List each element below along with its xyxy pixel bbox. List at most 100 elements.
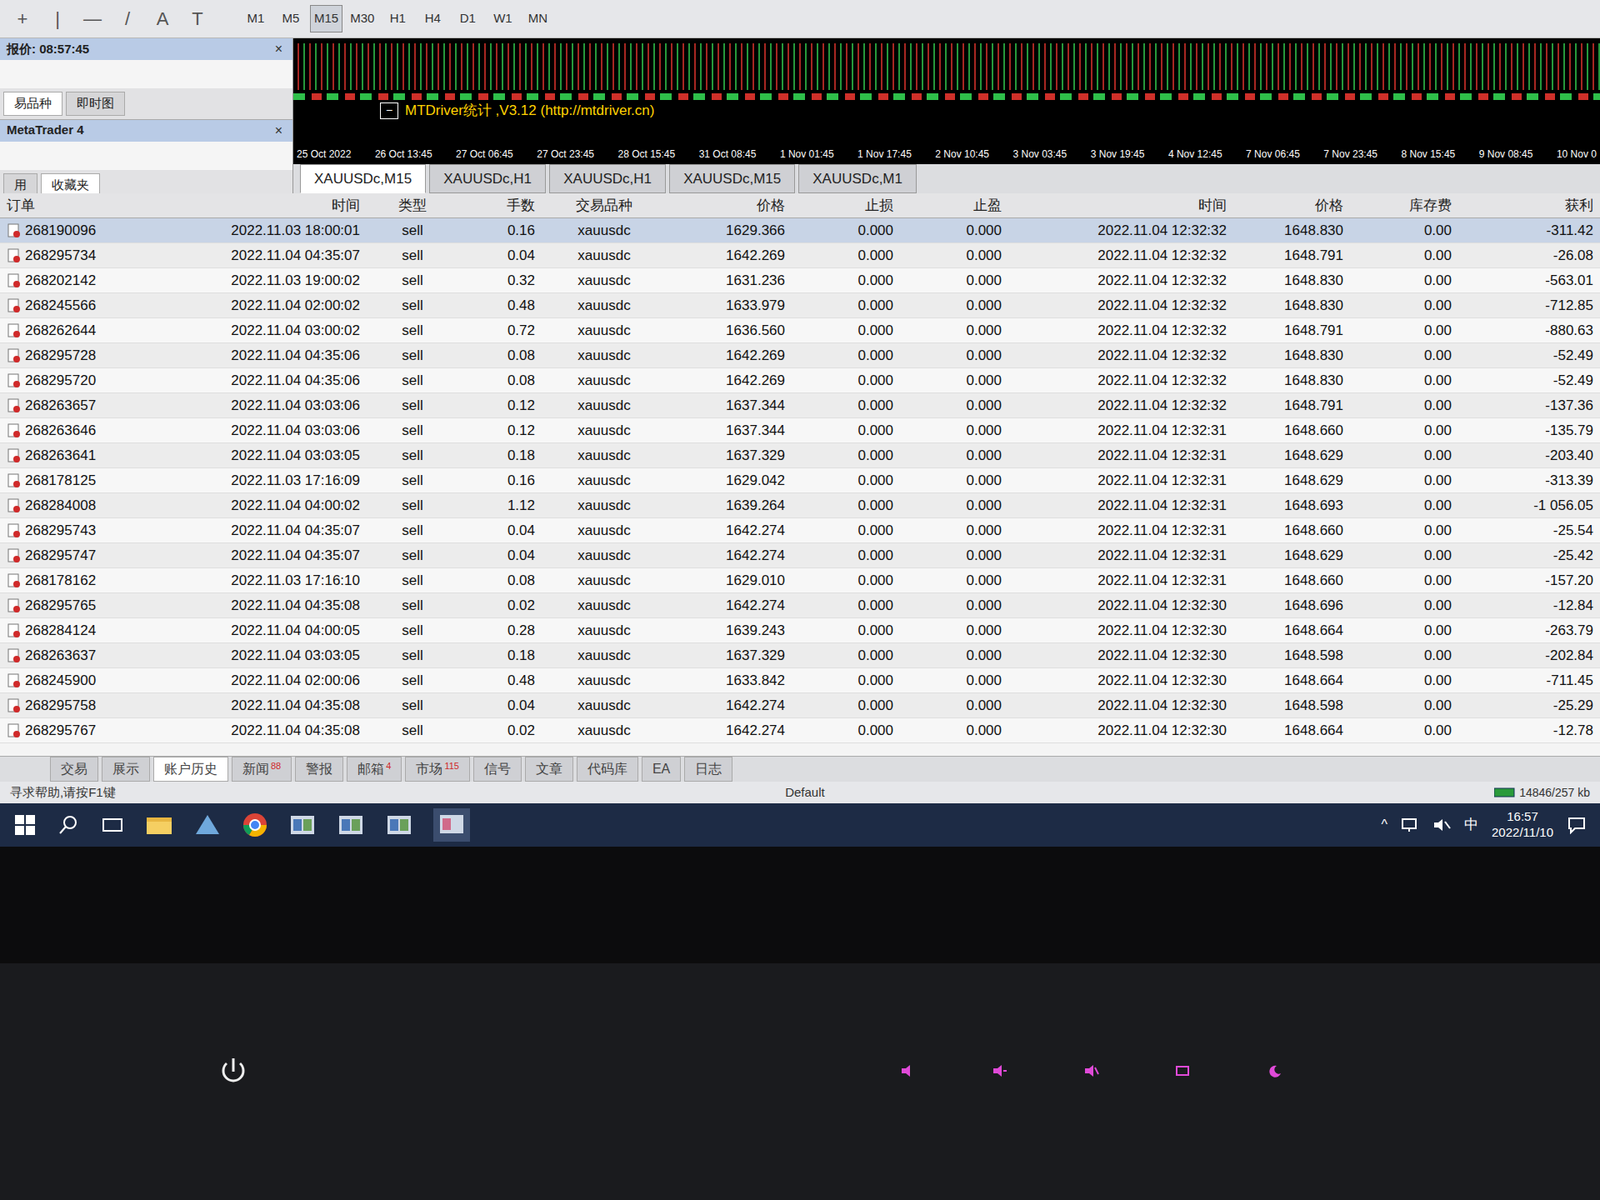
- chart-tab[interactable]: XAUUSDc,M15: [300, 164, 426, 195]
- terminal-tab[interactable]: 展示: [101, 756, 150, 782]
- table-row[interactable]: 2682957282022.11.04 04:35:06sell0.08xauu…: [0, 343, 1600, 369]
- table-row[interactable]: 2682957652022.11.04 04:35:08sell0.02xauu…: [0, 593, 1600, 619]
- table-row[interactable]: 2682957672022.11.04 04:35:08sell0.02xauu…: [0, 718, 1600, 744]
- table-cell: 0.000: [791, 695, 900, 717]
- timeframe-button[interactable]: H4: [416, 5, 449, 33]
- ime-indicator[interactable]: 中: [1464, 814, 1479, 836]
- table-cell: 0.16: [458, 220, 542, 242]
- cell-text: 268263641: [25, 445, 96, 467]
- terminal-tab[interactable]: 日志: [684, 756, 733, 782]
- column-header[interactable]: 价格: [1233, 195, 1350, 217]
- cell-text: 1648.598: [1284, 645, 1344, 667]
- table-cell: 2022.11.04 04:35:08: [158, 720, 367, 742]
- table-row[interactable]: 2682957202022.11.04 04:35:06sell0.08xauu…: [0, 368, 1600, 394]
- cell-text: 1633.979: [725, 295, 785, 317]
- close-button[interactable]: ×: [271, 39, 286, 60]
- table-row[interactable]: 2682021422022.11.03 19:00:02sell0.32xauu…: [0, 268, 1600, 294]
- cell-text: xauusdc: [577, 545, 630, 567]
- terminal-tab[interactable]: 邮箱4: [346, 756, 402, 782]
- panel-tab[interactable]: 即时图: [65, 91, 125, 116]
- column-header[interactable]: 获利: [1458, 195, 1600, 217]
- terminal-tab[interactable]: 信号: [473, 756, 522, 782]
- terminal-tab[interactable]: 新闻88: [231, 756, 292, 782]
- column-header[interactable]: 时间: [1008, 195, 1234, 217]
- table-cell: 2022.11.04 12:32:31: [1008, 545, 1234, 567]
- column-header[interactable]: 价格: [666, 195, 792, 217]
- axis-label: 10 Nov 0: [1556, 146, 1597, 162]
- table-cell: 0.32: [458, 270, 542, 292]
- toolbar-tool[interactable]: |: [45, 5, 70, 33]
- terminal-tab[interactable]: 警报: [295, 756, 344, 782]
- chart-area[interactable]: −MTDriver统计 ,V3.12 (http://mtdriver.cn): [293, 38, 1600, 145]
- toolbar-tool[interactable]: /: [115, 5, 140, 33]
- column-header[interactable]: 时间: [158, 195, 367, 217]
- table-cell: 2022.11.04 04:35:08: [158, 595, 367, 617]
- table-row[interactable]: 2681781622022.11.03 17:16:10sell0.08xauu…: [0, 568, 1600, 594]
- table-row[interactable]: 2682957432022.11.04 04:35:07sell0.04xauu…: [0, 518, 1600, 544]
- chart-tab[interactable]: XAUUSDc,M15: [669, 164, 795, 195]
- table-row[interactable]: 2682455662022.11.04 02:00:02sell0.48xauu…: [0, 293, 1600, 319]
- terminal-tab[interactable]: 代码库: [576, 756, 639, 782]
- cell-text: 0.000: [965, 345, 1002, 367]
- table-cell: 2022.11.03 17:16:09: [158, 470, 367, 492]
- table-cell: 0.00: [1350, 720, 1459, 742]
- column-header[interactable]: 订单: [0, 195, 159, 217]
- table-cell: 0.00: [1350, 595, 1459, 617]
- toolbar-tool[interactable]: —: [80, 5, 105, 33]
- table-row[interactable]: 2682957582022.11.04 04:35:08sell0.04xauu…: [0, 693, 1600, 719]
- table-row[interactable]: 2682636462022.11.04 03:03:06sell0.12xauu…: [0, 418, 1600, 444]
- timeframe-button[interactable]: M15: [310, 5, 343, 33]
- clock[interactable]: 16:572022/11/10: [1491, 809, 1554, 841]
- table-cell: 2022.11.04 12:32:30: [1008, 670, 1234, 692]
- table-cell: sell: [366, 470, 459, 492]
- cell-text: 2022.11.04 03:03:05: [230, 445, 360, 467]
- column-header[interactable]: 库存费: [1350, 195, 1459, 217]
- column-header[interactable]: 类型: [366, 195, 459, 217]
- column-header[interactable]: 止盈: [900, 195, 1009, 217]
- table-row[interactable]: 2682957472022.11.04 04:35:07sell0.04xauu…: [0, 543, 1600, 569]
- timeframe-button[interactable]: M30: [345, 5, 379, 33]
- panel-tab[interactable]: 易品种: [3, 91, 63, 116]
- cell-text: 268295743: [25, 520, 96, 542]
- terminal-tab[interactable]: 市场115: [405, 756, 470, 782]
- column-header[interactable]: 交易品种: [541, 195, 667, 217]
- terminal-tab[interactable]: EA: [641, 756, 681, 782]
- table-row[interactable]: 2682636412022.11.04 03:03:05sell0.18xauu…: [0, 443, 1600, 469]
- timeframe-button[interactable]: M1: [240, 5, 272, 33]
- table-row[interactable]: 2681900962022.11.03 18:00:01sell0.16xauu…: [0, 218, 1600, 244]
- chart-tab[interactable]: XAUUSDc,H1: [429, 164, 546, 195]
- timeframe-button[interactable]: MN: [521, 5, 554, 33]
- cell-text: 1648.830: [1284, 220, 1344, 242]
- timeframe-button[interactable]: W1: [486, 5, 519, 33]
- terminal-tab[interactable]: 交易: [50, 756, 99, 782]
- table-row[interactable]: 2682840082022.11.04 04:00:02sell1.12xauu…: [0, 493, 1600, 519]
- table-row[interactable]: 2682636372022.11.04 03:03:05sell0.18xauu…: [0, 643, 1600, 669]
- toolbar-tool[interactable]: +: [10, 5, 35, 33]
- timeframe-button[interactable]: H1: [381, 5, 414, 33]
- column-header[interactable]: 手数: [458, 195, 542, 217]
- cell-text: 268190096: [25, 220, 96, 242]
- table-cell: xauusdc: [541, 320, 667, 342]
- table-row[interactable]: 2682626442022.11.04 03:00:02sell0.72xauu…: [0, 318, 1600, 344]
- table-row[interactable]: 2681781252022.11.03 17:16:09sell0.16xauu…: [0, 468, 1600, 494]
- table-cell: -52.49: [1458, 345, 1600, 367]
- table-row[interactable]: 2682957342022.11.04 04:35:07sell0.04xauu…: [0, 243, 1600, 269]
- cell-text: 268262644: [25, 320, 96, 342]
- timeframe-button[interactable]: M5: [275, 5, 307, 33]
- terminal-tab[interactable]: 文章: [525, 756, 574, 782]
- tray-arrow[interactable]: ^: [1381, 815, 1389, 835]
- close-button[interactable]: ×: [271, 120, 286, 141]
- toolbar-tool[interactable]: T: [185, 5, 210, 33]
- chart-tab[interactable]: XAUUSDc,M1: [798, 164, 917, 195]
- column-header[interactable]: 止损: [791, 195, 900, 217]
- table-row[interactable]: 2682841242022.11.04 04:00:05sell0.28xauu…: [0, 618, 1600, 644]
- timeframe-button[interactable]: D1: [451, 5, 484, 33]
- table-row[interactable]: 2682636572022.11.04 03:03:06sell0.12xauu…: [0, 393, 1600, 419]
- collapse-button[interactable]: −: [380, 102, 399, 120]
- cell-text: 1642.269: [725, 245, 785, 267]
- candles: [293, 43, 1600, 90]
- terminal-tab[interactable]: 账户历史: [153, 756, 229, 782]
- chart-tab[interactable]: XAUUSDc,H1: [549, 164, 666, 195]
- table-row[interactable]: 2682459002022.11.04 02:00:06sell0.48xauu…: [0, 668, 1600, 694]
- toolbar-tool[interactable]: A: [150, 5, 175, 33]
